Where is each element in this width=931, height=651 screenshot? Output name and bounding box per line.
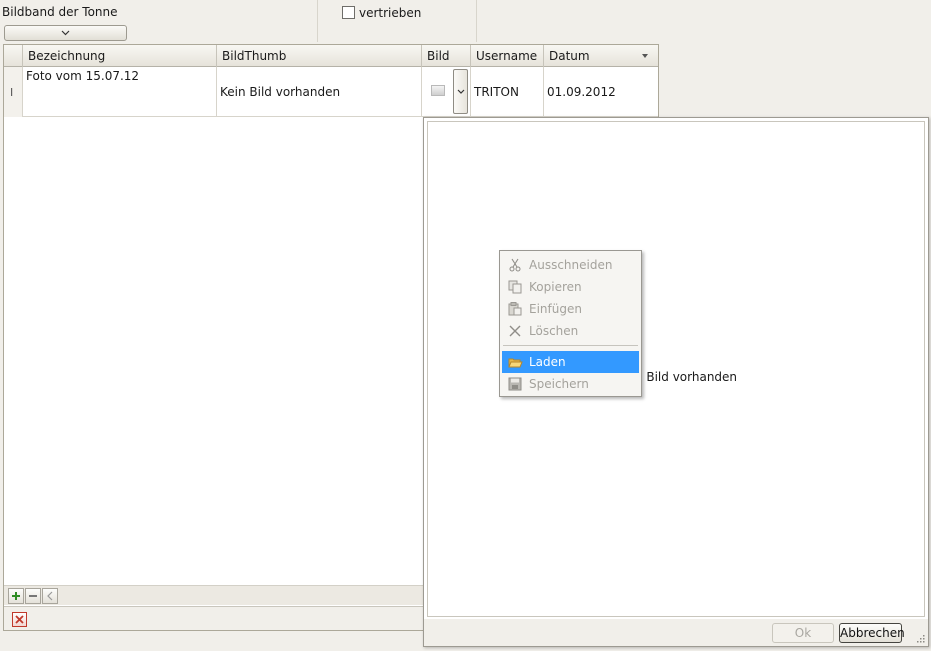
menu-item-paste[interactable]: Einfügen — [502, 298, 639, 320]
popup-footer: Ok Abbrechen — [424, 619, 928, 646]
context-menu: Ausschneiden Kopieren Einfügen Löschen L… — [499, 250, 642, 397]
close-icon — [15, 615, 24, 624]
cell-username[interactable]: TRITON — [471, 67, 544, 117]
delete-icon — [507, 323, 523, 339]
cell-bezeichnung[interactable]: Foto vom 15.07.12 — [23, 67, 217, 117]
cell-datum[interactable]: 01.09.2012 — [544, 67, 656, 117]
table-row[interactable]: I Foto vom 15.07.12 Kein Bild vorhanden … — [4, 67, 658, 117]
ok-button[interactable]: Ok — [772, 623, 834, 643]
vertrieben-checkbox[interactable] — [342, 6, 355, 19]
close-button[interactable] — [12, 612, 27, 627]
folder-open-icon — [507, 354, 523, 370]
menu-item-copy[interactable]: Kopieren — [502, 276, 639, 298]
resize-grip-icon[interactable] — [916, 634, 925, 643]
column-header-datum-label: Datum — [549, 49, 590, 63]
vertrieben-label: vertrieben — [359, 6, 422, 20]
prev-row-button[interactable] — [42, 588, 58, 604]
menu-item-cut[interactable]: Ausschneiden — [502, 254, 639, 276]
chevron-left-icon — [47, 591, 53, 601]
cell-bild[interactable] — [422, 67, 471, 117]
menu-item-load[interactable]: Laden — [502, 351, 639, 373]
paste-icon — [507, 301, 523, 317]
menu-item-label: Löschen — [529, 324, 579, 338]
cell-bildthumb[interactable]: Kein Bild vorhanden — [217, 67, 422, 117]
row-indicator-header — [4, 45, 23, 67]
grid-header: Bezeichnung BildThumb Bild Username Datu… — [4, 45, 658, 67]
plus-icon — [12, 592, 20, 600]
cancel-button[interactable]: Abbrechen — [839, 623, 905, 643]
image-thumbnail-icon — [431, 85, 445, 96]
minus-icon — [29, 595, 37, 597]
menu-item-delete[interactable]: Löschen — [502, 320, 639, 342]
menu-item-save[interactable]: Speichern — [502, 373, 639, 395]
section-divider — [317, 0, 318, 42]
chevron-down-icon — [61, 30, 70, 36]
sort-arrow-icon[interactable] — [642, 54, 648, 58]
scissors-icon — [507, 257, 523, 273]
chevron-down-icon — [457, 89, 464, 94]
bild-dropdown-button[interactable] — [453, 69, 468, 114]
column-header-bildthumb[interactable]: BildThumb — [217, 45, 422, 67]
column-header-username[interactable]: Username — [471, 45, 544, 67]
add-row-button[interactable] — [8, 588, 24, 604]
group-label: Bildband der Tonne — [2, 5, 118, 19]
text-cursor-icon: I — [10, 86, 14, 99]
row-indicator[interactable]: I — [4, 67, 23, 117]
menu-item-label: Kopieren — [529, 280, 582, 294]
save-icon — [507, 376, 523, 392]
menu-separator — [503, 345, 638, 346]
menu-item-label: Laden — [529, 355, 566, 369]
column-header-datum[interactable]: Datum — [544, 45, 656, 67]
copy-icon — [507, 279, 523, 295]
menu-item-label: Einfügen — [529, 302, 582, 316]
menu-item-label: Ausschneiden — [529, 258, 613, 272]
delete-row-button[interactable] — [25, 588, 41, 604]
menu-item-label: Speichern — [529, 377, 589, 391]
group-dropdown[interactable] — [4, 25, 127, 41]
column-header-bezeichnung[interactable]: Bezeichnung — [23, 45, 217, 67]
section-divider — [476, 0, 477, 42]
column-header-bild[interactable]: Bild — [422, 45, 471, 67]
